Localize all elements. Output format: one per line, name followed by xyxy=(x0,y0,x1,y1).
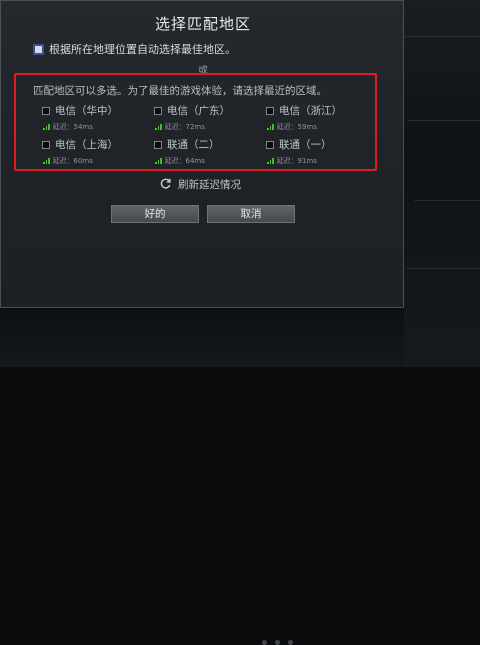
background-streak xyxy=(404,36,480,37)
footer-dot-icon xyxy=(288,640,293,645)
region-name: 电信（上海） xyxy=(55,139,118,151)
ok-button[interactable]: 好的 xyxy=(111,205,199,223)
region-option-unicom-1[interactable]: 联通（一） 延迟：91ms xyxy=(266,137,376,167)
region-name: 联通（二） xyxy=(167,139,220,151)
refresh-icon[interactable] xyxy=(159,175,172,194)
auto-select-checkbox[interactable] xyxy=(33,43,44,55)
footer-dot-icon xyxy=(262,640,267,645)
region-name: 电信（浙江） xyxy=(279,105,342,117)
region-ping: 延迟：60ms xyxy=(43,156,152,166)
footer-icons xyxy=(262,640,293,645)
ping-label: 延迟：91ms xyxy=(276,157,317,165)
background-scenery xyxy=(404,0,480,367)
ping-label: 延迟：64ms xyxy=(164,157,205,165)
region-select-dialog: 选择匹配地区 根据所在地理位置自动选择最佳地区。 或 匹配地区可以多选。为了最佳… xyxy=(0,0,404,308)
ping-label: 延迟：72ms xyxy=(164,123,205,131)
signal-strength-icon xyxy=(267,124,274,130)
background-streak xyxy=(408,120,480,121)
signal-strength-icon xyxy=(43,124,50,130)
signal-strength-icon xyxy=(267,158,274,164)
ping-label: 延迟：54ms xyxy=(52,123,93,131)
refresh-ping-button[interactable]: 刷新延迟情况 xyxy=(159,175,241,194)
region-name: 电信（华中） xyxy=(55,105,118,117)
cancel-button[interactable]: 取消 xyxy=(207,205,295,223)
dialog-title: 选择匹配地区 xyxy=(154,15,251,33)
region-option-huazhong[interactable]: 电信（华中） 延迟：54ms xyxy=(42,103,152,133)
background-streak xyxy=(406,268,480,269)
ping-label: 延迟：59ms xyxy=(276,123,317,131)
signal-strength-icon xyxy=(155,124,162,130)
region-checkbox[interactable] xyxy=(154,140,162,149)
region-option-guangdong[interactable]: 电信（广东） 延迟：72ms xyxy=(154,103,264,133)
region-ping: 延迟：72ms xyxy=(155,122,264,132)
region-checkbox[interactable] xyxy=(42,106,50,115)
region-checkbox[interactable] xyxy=(154,106,162,115)
region-ping: 延迟：91ms xyxy=(267,156,376,166)
region-option-zhejiang[interactable]: 电信（浙江） 延迟：59ms xyxy=(266,103,376,133)
region-option-shanghai[interactable]: 电信（上海） 延迟：60ms xyxy=(42,137,152,167)
refresh-label: 刷新延迟情况 xyxy=(178,179,241,191)
region-checkbox[interactable] xyxy=(42,140,50,149)
region-name: 电信（广东） xyxy=(167,105,230,117)
region-name: 联通（一） xyxy=(279,139,332,151)
signal-strength-icon xyxy=(43,158,50,164)
region-ping: 延迟：64ms xyxy=(155,156,264,166)
region-description: 匹配地区可以多选。为了最佳的游戏体验，请选择最近的区域。 xyxy=(33,85,327,97)
region-ping: 延迟：54ms xyxy=(43,122,152,132)
signal-strength-icon xyxy=(155,158,162,164)
auto-select-label: 根据所在地理位置自动选择最佳地区。 xyxy=(49,43,236,56)
footer-dot-icon xyxy=(275,640,280,645)
region-checkbox[interactable] xyxy=(266,140,274,149)
auto-select-option[interactable]: 根据所在地理位置自动选择最佳地区。 xyxy=(33,41,236,57)
ping-label: 延迟：60ms xyxy=(52,157,93,165)
background-streak xyxy=(414,200,480,201)
region-checkbox[interactable] xyxy=(266,106,274,115)
region-option-unicom-2[interactable]: 联通（二） 延迟：64ms xyxy=(154,137,264,167)
region-ping: 延迟：59ms xyxy=(267,122,376,132)
background-bottom xyxy=(0,310,404,645)
